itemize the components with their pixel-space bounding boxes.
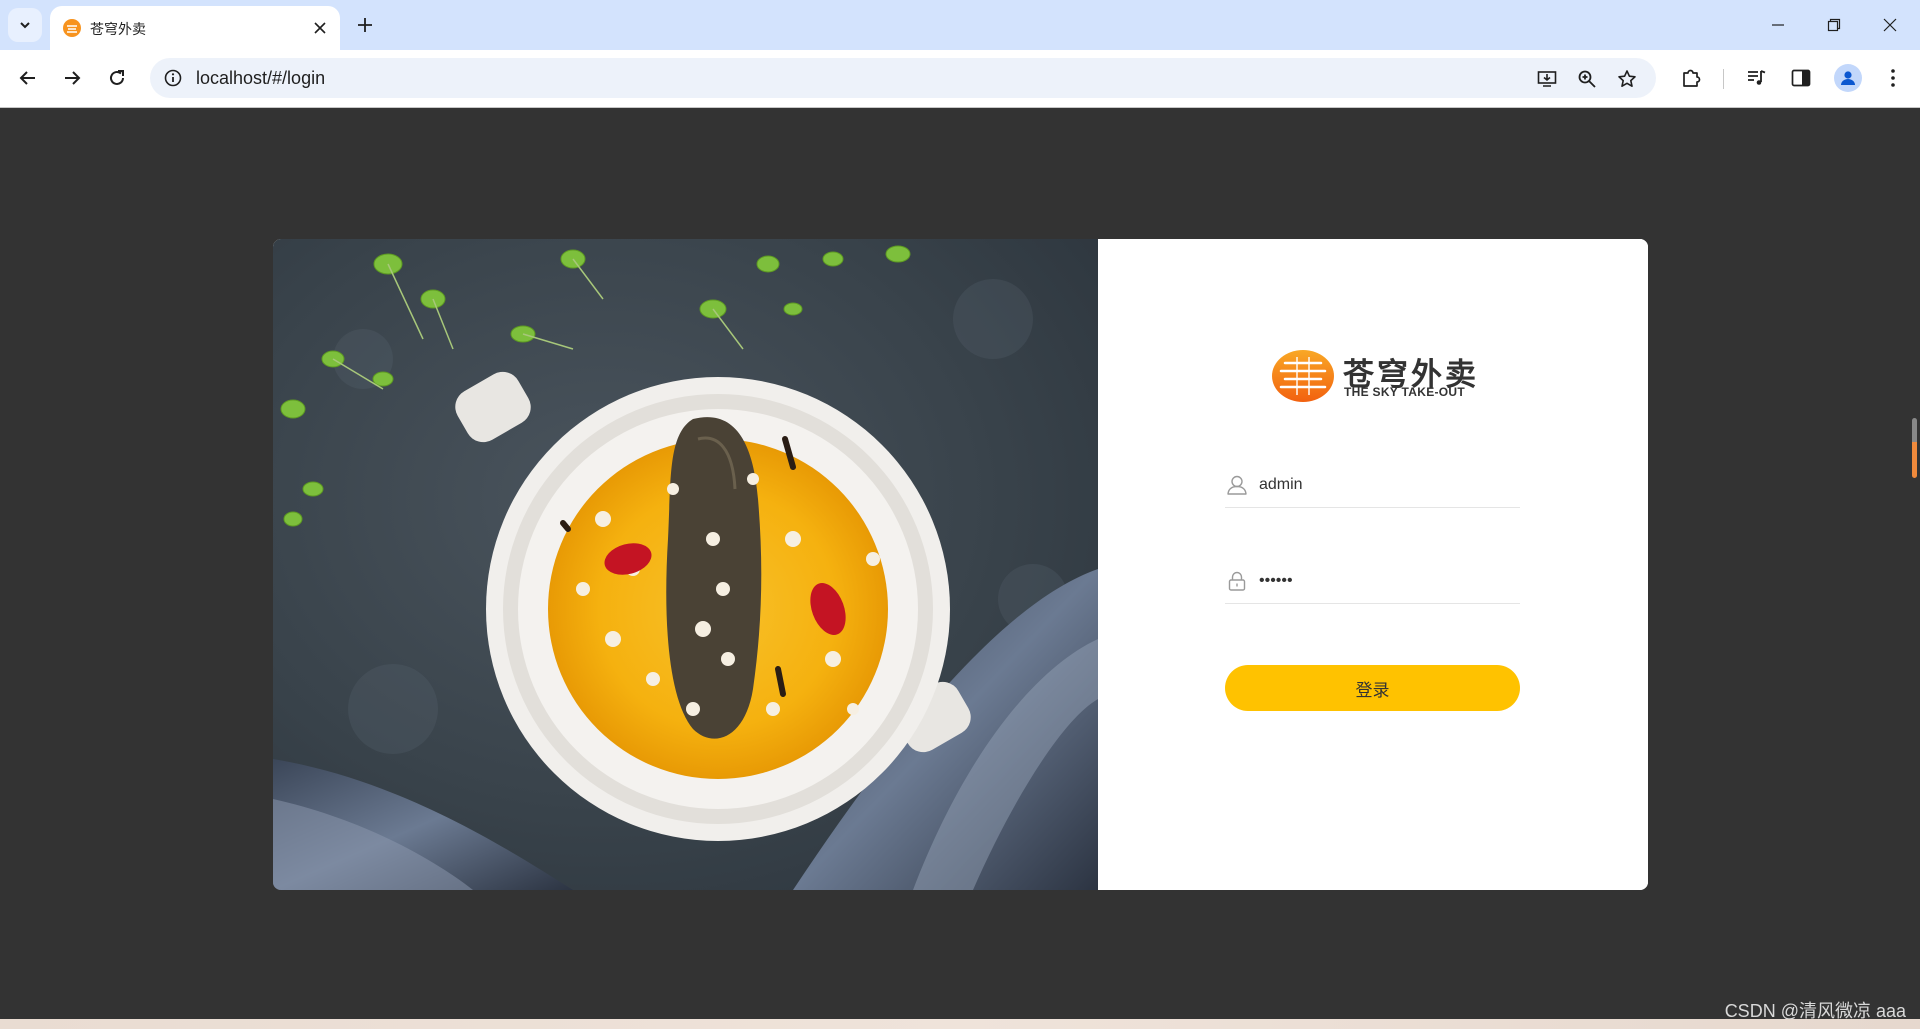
favicon-icon	[63, 19, 81, 37]
minimize-button[interactable]	[1750, 0, 1806, 50]
toolbar-divider	[1723, 69, 1724, 89]
login-form-panel: 苍穹外卖 THE SKY TAKE-OUT 登录	[1098, 239, 1648, 890]
extensions-button[interactable]	[1677, 64, 1705, 92]
food-bowl-illustration	[273, 245, 1098, 890]
address-bar[interactable]: localhost/#/login	[150, 58, 1656, 98]
restore-icon	[1827, 18, 1841, 32]
browser-toolbar: localhost/#/login	[0, 50, 1920, 108]
bookmark-button[interactable]	[1614, 66, 1640, 92]
lock-icon	[1225, 569, 1249, 593]
password-input[interactable]	[1259, 563, 1514, 599]
browser-tab-bar: 苍穹外卖	[0, 0, 1920, 50]
url-text: localhost/#/login	[196, 68, 326, 88]
minimize-icon	[1772, 24, 1784, 26]
star-icon	[1618, 70, 1636, 87]
forward-button[interactable]	[56, 62, 88, 94]
tab-close-button[interactable]	[308, 16, 332, 40]
bottom-strip	[0, 1019, 1920, 1029]
new-tab-button[interactable]	[352, 12, 378, 38]
restore-button[interactable]	[1806, 0, 1862, 50]
install-app-icon	[1537, 71, 1557, 87]
chevron-down-icon	[20, 22, 30, 29]
user-icon	[1225, 473, 1249, 497]
arrow-right-icon	[65, 71, 81, 85]
media-control-button[interactable]	[1743, 64, 1771, 92]
person-icon	[1841, 71, 1855, 85]
back-button[interactable]	[12, 62, 44, 94]
login-button[interactable]: 登录	[1225, 665, 1520, 711]
reload-button[interactable]	[101, 62, 133, 94]
username-input[interactable]	[1259, 467, 1514, 503]
close-icon	[314, 22, 326, 34]
username-field	[1225, 467, 1520, 508]
scroll-indicator[interactable]	[1912, 418, 1917, 478]
browser-menu-button[interactable]	[1879, 64, 1907, 92]
active-tab[interactable]: 苍穹外卖	[50, 6, 340, 50]
side-panel-icon	[1791, 69, 1811, 87]
logo-mark-icon	[1272, 350, 1334, 402]
site-info-button[interactable]	[162, 67, 184, 89]
puzzle-icon	[1683, 69, 1701, 87]
password-field	[1225, 563, 1520, 604]
hero-food-image	[273, 239, 1098, 890]
tab-search-button[interactable]	[8, 8, 42, 42]
logo-text-en: THE SKY TAKE-OUT	[1344, 385, 1466, 399]
close-window-icon	[1883, 18, 1897, 32]
plus-icon	[358, 18, 372, 32]
info-icon	[164, 69, 182, 87]
kebab-menu-icon	[1891, 69, 1895, 87]
side-panel-button[interactable]	[1787, 64, 1815, 92]
tab-title: 苍穹外卖	[90, 21, 146, 37]
reload-icon	[110, 70, 124, 85]
zoom-button[interactable]	[1574, 66, 1600, 92]
install-app-button[interactable]	[1534, 66, 1560, 92]
media-icon	[1748, 70, 1766, 85]
login-card: 苍穹外卖 THE SKY TAKE-OUT 登录	[273, 239, 1648, 890]
brand-logo: 苍穹外卖 THE SKY TAKE-OUT	[1271, 349, 1481, 405]
zoom-icon	[1578, 70, 1596, 88]
arrow-left-icon	[19, 71, 35, 85]
profile-avatar[interactable]	[1834, 64, 1862, 92]
close-window-button[interactable]	[1862, 0, 1918, 50]
